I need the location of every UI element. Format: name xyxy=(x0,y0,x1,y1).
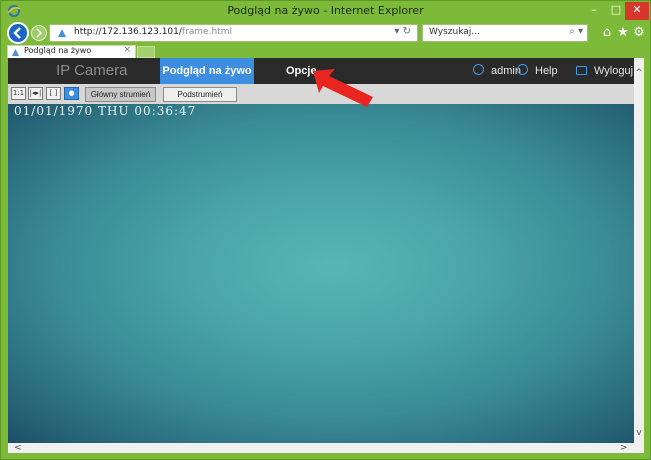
page-favicon-icon xyxy=(58,29,66,37)
tab-live-view[interactable]: Podgląd na żywo × xyxy=(7,45,136,58)
new-tab-button[interactable] xyxy=(137,46,155,58)
favorites-star-icon[interactable]: ★ xyxy=(615,25,631,41)
brand-title: IP Camera xyxy=(56,62,128,79)
help-link[interactable]: Help xyxy=(517,58,558,84)
live-preview-button[interactable]: ● xyxy=(64,87,79,100)
url-path: frame.html xyxy=(181,27,232,37)
search-placeholder: Wyszukaj... xyxy=(429,27,480,37)
minimize-button[interactable]: – xyxy=(583,2,605,20)
scroll-left-icon[interactable]: < xyxy=(14,443,24,453)
vertical-scrollbar[interactable]: ^ v xyxy=(634,58,644,453)
navigation-bar: http://172.136.123.101/frame.html ▾ ↻ Wy… xyxy=(1,21,650,45)
scroll-up-icon[interactable]: ^ xyxy=(634,68,644,78)
scroll-down-icon[interactable]: v xyxy=(634,428,644,438)
tab-bar: Podgląd na żywo × xyxy=(1,45,650,58)
sub-stream-button[interactable]: Podstrumień xyxy=(163,87,237,102)
page-content: IP Camera Podgląd na żywo Opcje admin He… xyxy=(8,58,644,453)
tab-favicon-icon xyxy=(11,48,20,57)
scroll-right-icon[interactable]: > xyxy=(620,443,630,453)
url-text: http://172.136.123.101/frame.html xyxy=(74,27,232,37)
horizontal-scrollbar[interactable]: < > xyxy=(8,443,634,453)
forward-button[interactable] xyxy=(31,25,47,41)
tab-close-icon[interactable]: × xyxy=(123,45,131,55)
video-timestamp-overlay: 01/01/1970 THU 00:36:47 xyxy=(14,104,197,118)
logout-icon xyxy=(576,66,587,75)
refresh-icon[interactable]: ▾ ↻ xyxy=(394,26,411,37)
back-button[interactable] xyxy=(7,22,29,44)
user-icon xyxy=(473,64,484,75)
forward-arrow-icon xyxy=(36,28,43,38)
annotation-arrow-icon xyxy=(313,69,373,107)
search-box[interactable]: Wyszukaj... ⌕ ▾ xyxy=(422,24,588,42)
original-size-button[interactable]: 1:1 xyxy=(11,87,26,100)
browser-window: Podgląd na żywo - Internet Explorer – □ … xyxy=(0,0,651,460)
search-icon[interactable]: ⌕ ▾ xyxy=(569,26,583,37)
user-menu[interactable]: admin xyxy=(473,58,521,84)
help-label: Help xyxy=(535,65,558,77)
tab-label: Podgląd na żywo xyxy=(24,46,92,55)
close-button[interactable]: ✕ xyxy=(625,2,649,20)
logout-label: Wyloguj xyxy=(594,65,634,77)
title-bar: Podgląd na żywo - Internet Explorer – □ … xyxy=(1,1,650,21)
settings-gear-icon[interactable]: ⚙ xyxy=(631,25,647,41)
live-video[interactable]: 01/01/1970 THU 00:36:47 xyxy=(8,104,634,443)
main-stream-button[interactable]: Główny strumień xyxy=(85,87,156,102)
back-arrow-icon xyxy=(13,27,21,39)
nav-live-view[interactable]: Podgląd na żywo xyxy=(160,58,254,84)
fullscreen-button[interactable]: [ ] xyxy=(46,87,61,100)
window-title: Podgląd na żywo - Internet Explorer xyxy=(227,4,424,17)
help-icon xyxy=(517,64,528,75)
logout-link[interactable]: Wyloguj xyxy=(576,58,633,84)
home-icon[interactable]: ⌂ xyxy=(599,25,615,41)
fit-window-button[interactable]: |◂▸| xyxy=(28,87,43,100)
maximize-button[interactable]: □ xyxy=(605,2,627,20)
url-host: http://172.136.123.101/ xyxy=(74,27,182,37)
address-bar[interactable]: http://172.136.123.101/frame.html ▾ ↻ xyxy=(49,24,418,42)
